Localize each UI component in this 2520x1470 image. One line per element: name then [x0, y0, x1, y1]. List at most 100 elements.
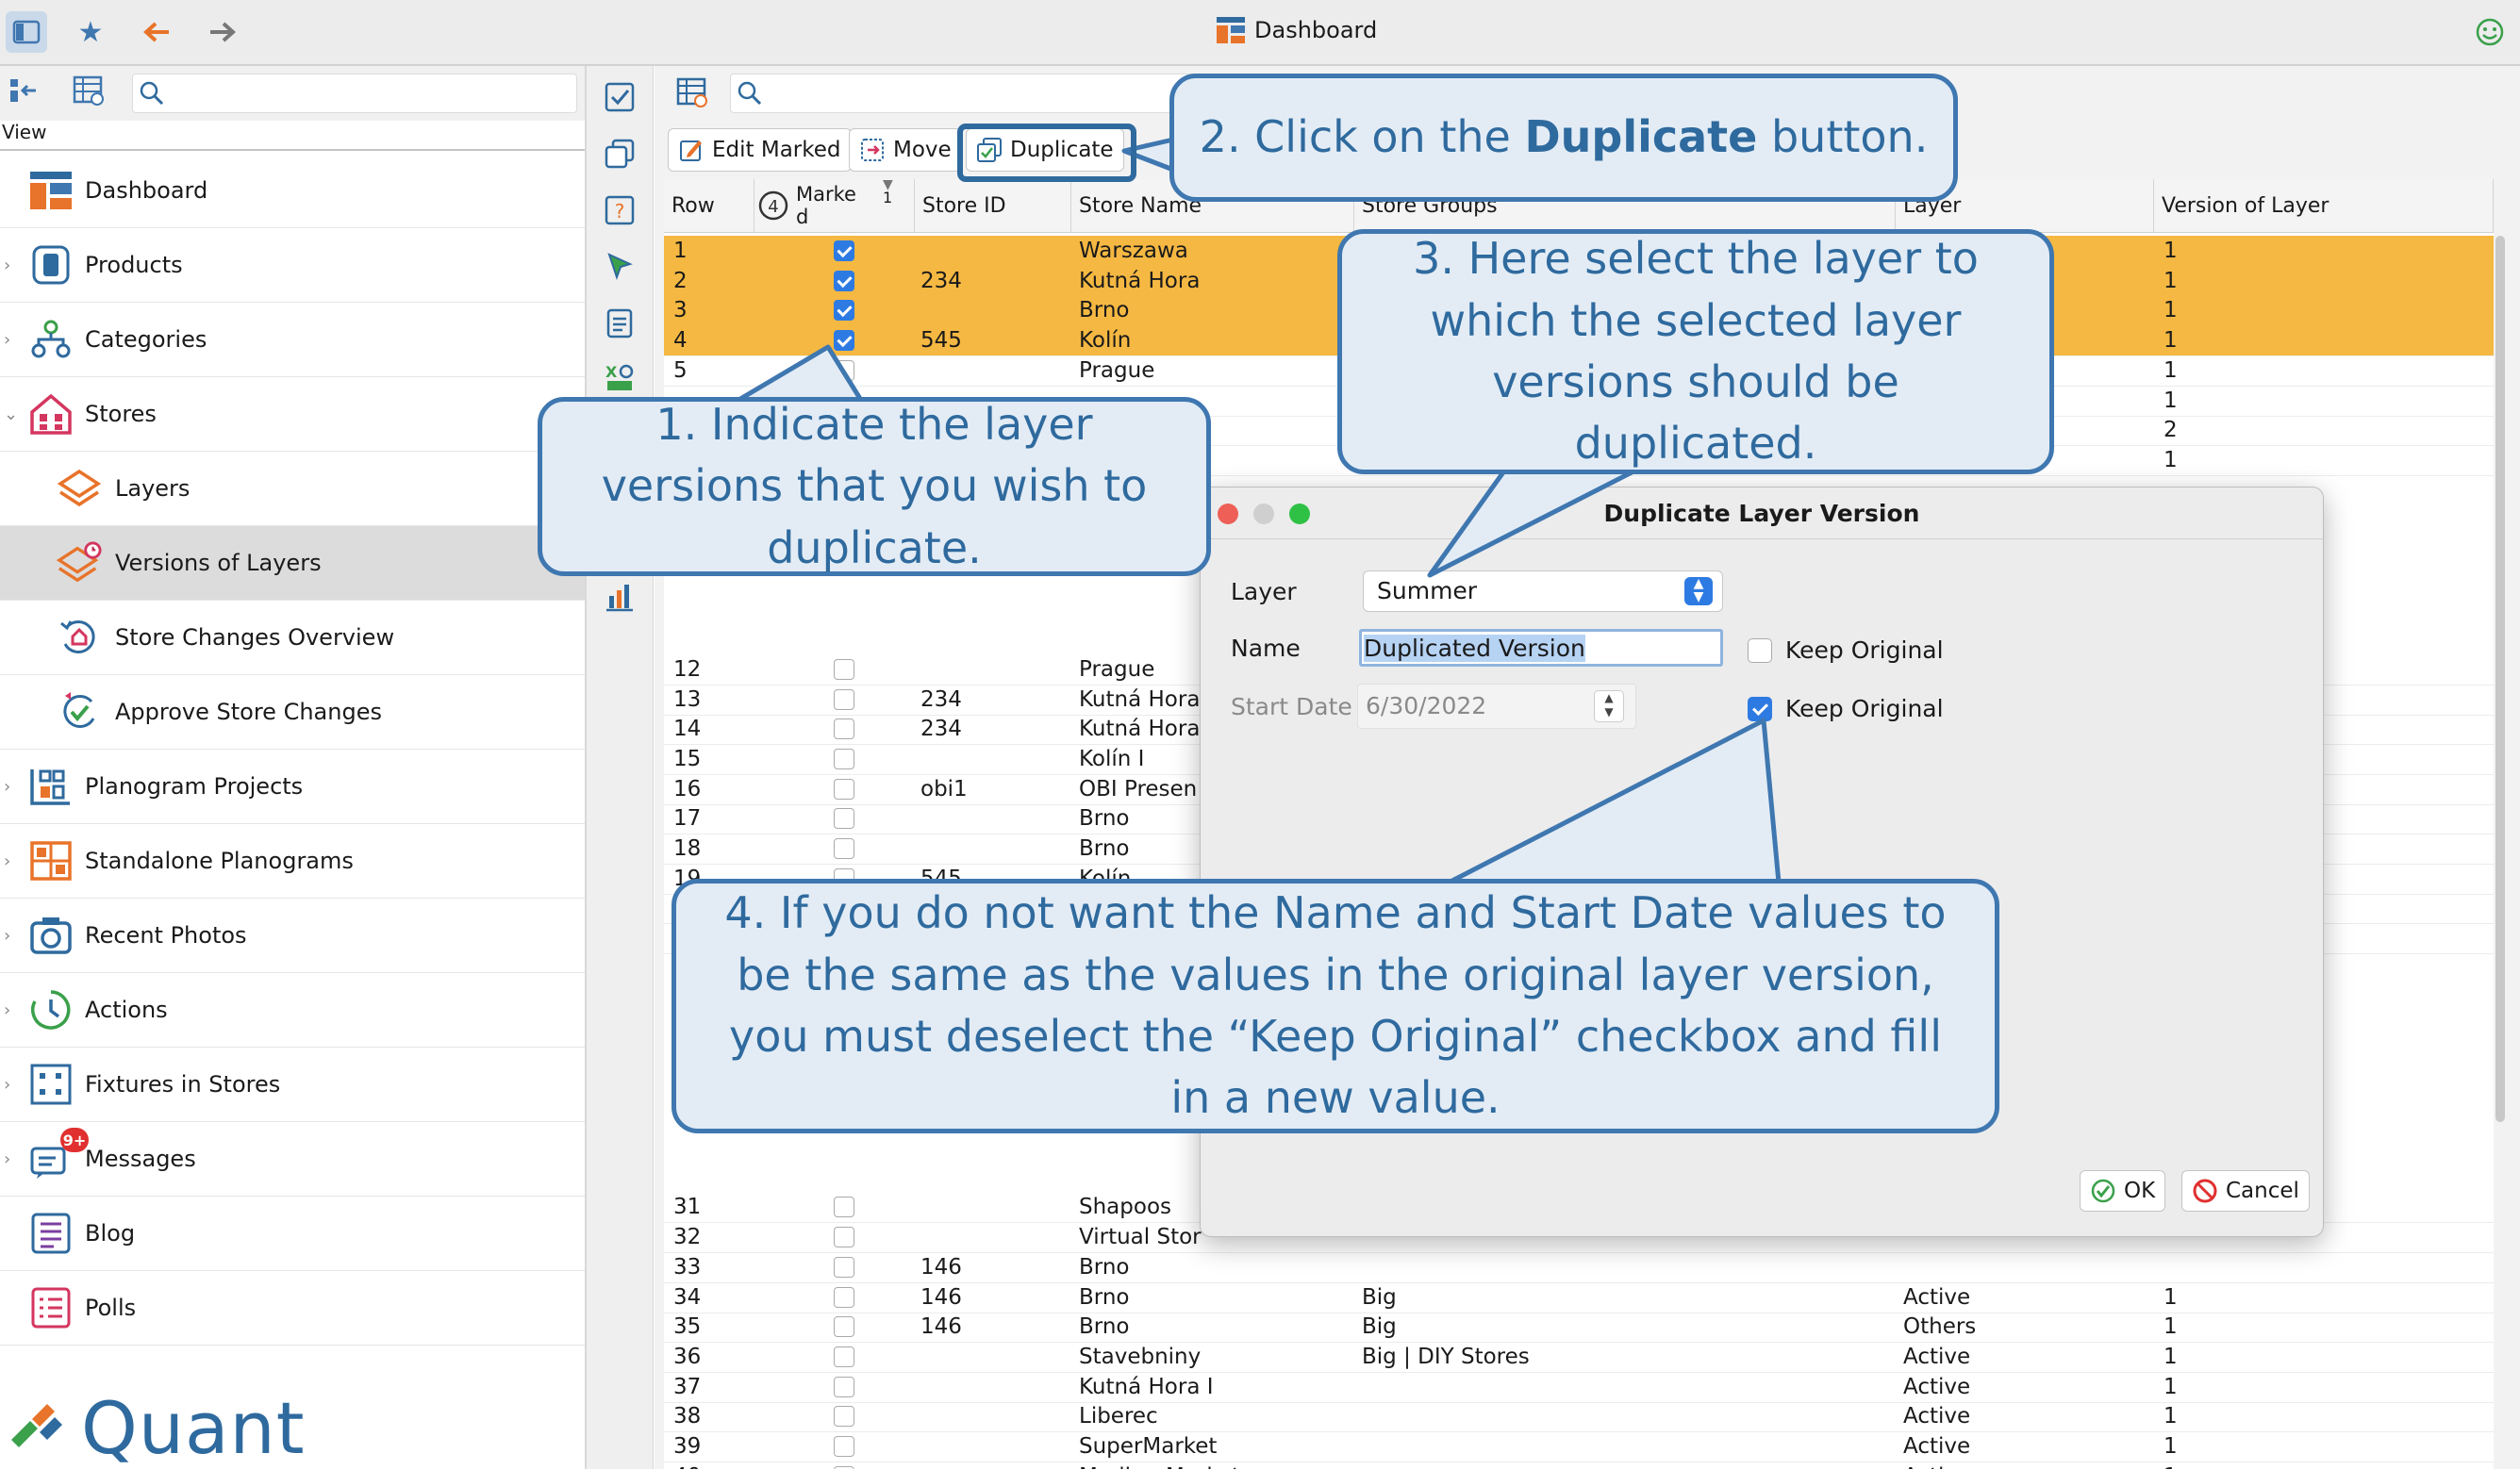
ok-button[interactable]: OK — [2080, 1170, 2166, 1212]
row-marked-checkbox[interactable] — [834, 718, 854, 740]
excel-export-icon[interactable]: X — [602, 360, 638, 396]
sidebar-item-recent-photos[interactable]: › Recent Photos — [0, 899, 585, 973]
name-input[interactable]: Duplicated Version — [1359, 629, 1723, 667]
sidebar-toggle-icon[interactable] — [6, 11, 47, 53]
sidebar-item-standalone-planograms[interactable]: › Standalone Planograms — [0, 824, 585, 899]
chart-icon[interactable] — [602, 579, 638, 615]
chevron-right-icon[interactable]: › — [4, 330, 10, 350]
row-marked-checkbox[interactable] — [834, 658, 854, 680]
chevron-down-icon[interactable]: ⌄ — [4, 405, 18, 424]
sidebar-item-actions[interactable]: › Actions — [0, 973, 585, 1048]
dropdown-arrows-icon[interactable]: ▲ ▼ — [1684, 577, 1713, 605]
cell-layer: Active — [1903, 1374, 1971, 1399]
chevron-right-icon[interactable]: › — [4, 777, 10, 797]
svg-text:4: 4 — [768, 197, 778, 217]
table-row[interactable]: 37 Kutná Hora I Active 1 — [664, 1372, 2494, 1403]
column-header-marked[interactable]: 4 Marke d 1 ▼ — [754, 179, 915, 232]
sidebar-item-planogram-projects[interactable]: › Planogram Projects — [0, 750, 585, 824]
sidebar-item-layers[interactable]: Layers — [0, 452, 585, 526]
keep-original-date-checkbox[interactable] — [1748, 697, 1772, 721]
back-arrow-icon[interactable] — [136, 11, 177, 53]
chevron-right-icon[interactable]: › — [4, 926, 10, 946]
row-marked-checkbox[interactable] — [834, 838, 854, 859]
row-marked-checkbox[interactable] — [834, 1286, 854, 1308]
table-settings-icon[interactable] — [72, 74, 106, 111]
favorites-star-icon[interactable]: ★ — [70, 11, 111, 53]
sidebar-item-blog[interactable]: Blog — [0, 1197, 585, 1271]
edit-marked-button[interactable]: Edit Marked — [668, 128, 852, 172]
start-date-input[interactable]: 6/30/2022 ▲ ▼ — [1357, 684, 1636, 729]
select-cursor-icon[interactable] — [602, 249, 638, 285]
sidebar-item-versions-of-layers[interactable]: Versions of Layers — [0, 526, 585, 601]
row-marked-checkbox[interactable] — [834, 1256, 854, 1278]
column-header-store-id[interactable]: Store ID — [915, 179, 1071, 232]
row-marked-checkbox[interactable] — [834, 240, 854, 261]
collapse-sidebar-icon[interactable] — [8, 74, 41, 111]
table-row[interactable]: 40 MediumMarket Active 1 — [664, 1462, 2494, 1469]
cell-row: 33 — [673, 1254, 702, 1280]
table-row[interactable]: 34 146 Brno Big Active 1 — [664, 1282, 2494, 1313]
chevron-right-icon[interactable]: › — [4, 1075, 10, 1095]
sidebar-item-categories[interactable]: › Categories — [0, 303, 585, 377]
row-marked-checkbox[interactable] — [834, 1316, 854, 1338]
chevron-right-icon[interactable]: › — [4, 256, 10, 275]
help-icon[interactable]: ? — [602, 192, 638, 228]
smiley-feedback-icon[interactable] — [2469, 11, 2511, 53]
grid-settings-icon[interactable] — [675, 75, 709, 113]
sidebar-item-dashboard[interactable]: Dashboard — [0, 154, 585, 228]
copy-icon[interactable] — [602, 136, 638, 172]
row-marked-checkbox[interactable] — [834, 748, 854, 769]
scrollbar-thumb[interactable] — [2495, 236, 2505, 1122]
move-button[interactable]: Move — [849, 128, 962, 172]
column-header-version-of-layer[interactable]: Version of Layer — [2154, 179, 2494, 232]
keep-original-date-label: Keep Original — [1785, 695, 1944, 722]
row-marked-checkbox[interactable] — [834, 330, 854, 352]
sidebar-item-messages[interactable]: › 9+ Messages — [0, 1122, 585, 1197]
sidebar-item-fixtures-in-stores[interactable]: › Fixtures in Stores — [0, 1048, 585, 1122]
row-marked-checkbox[interactable] — [834, 1197, 854, 1218]
table-row[interactable]: 36 Stavebniny Big | DIY Stores Active 1 — [664, 1342, 2494, 1373]
row-marked-checkbox[interactable] — [834, 270, 854, 291]
chevron-right-icon[interactable]: › — [4, 851, 10, 871]
table-row[interactable]: 35 146 Brno Big Others 1 — [664, 1312, 2494, 1344]
delete-icon[interactable]: ✕ — [1141, 136, 1163, 167]
row-marked-checkbox[interactable] — [834, 359, 854, 381]
vertical-scrollbar[interactable] — [2492, 236, 2509, 1216]
quant-logo: Quant — [8, 1386, 306, 1470]
date-stepper-icon[interactable]: ▲ ▼ — [1594, 690, 1624, 722]
row-marked-checkbox[interactable] — [834, 300, 854, 322]
row-marked-checkbox[interactable] — [834, 808, 854, 830]
row-marked-checkbox[interactable] — [834, 1346, 854, 1367]
cell-store-id: 146 — [920, 1254, 962, 1280]
sidebar-item-products[interactable]: › Products — [0, 228, 585, 303]
table-row[interactable]: 33 146 Brno — [664, 1252, 2494, 1283]
row-marked-checkbox[interactable] — [834, 1376, 854, 1397]
sidebar-item-store-changes-overview[interactable]: Store Changes Overview — [0, 601, 585, 675]
row-marked-checkbox[interactable] — [834, 1406, 854, 1428]
row-marked-checkbox[interactable] — [834, 1436, 854, 1457]
layer-select[interactable]: Summer ▲ ▼ — [1363, 570, 1723, 612]
check-list-icon[interactable] — [602, 79, 638, 115]
duplicate-button[interactable]: Duplicate — [966, 128, 1124, 172]
row-marked-checkbox[interactable] — [834, 1227, 854, 1248]
cancel-button[interactable]: Cancel — [2181, 1170, 2310, 1212]
chevron-right-icon[interactable]: › — [4, 1149, 10, 1169]
sidebar-search-input[interactable] — [132, 74, 577, 113]
sidebar-item-label: Blog — [85, 1220, 136, 1247]
cell-store-name: Prague — [1079, 357, 1155, 383]
forward-arrow-icon[interactable] — [202, 11, 243, 53]
sidebar-item-stores[interactable]: ⌄ Stores — [0, 377, 585, 452]
chevron-right-icon[interactable]: › — [4, 1000, 10, 1020]
row-marked-checkbox[interactable] — [834, 778, 854, 800]
sidebar-item-approve-store-changes[interactable]: Approve Store Changes — [0, 675, 585, 750]
cell-store-id — [920, 1192, 1071, 1222]
document-list-icon[interactable] — [602, 306, 638, 341]
fixtures-icon — [28, 1062, 74, 1107]
categories-icon — [28, 317, 74, 362]
row-marked-checkbox[interactable] — [834, 688, 854, 710]
table-row[interactable]: 39 SuperMarket Active 1 — [664, 1431, 2494, 1462]
sidebar-item-polls[interactable]: Polls — [0, 1271, 585, 1346]
column-header-row[interactable]: Row — [664, 179, 754, 232]
table-row[interactable]: 38 Liberec Active 1 — [664, 1401, 2494, 1433]
keep-original-name-checkbox[interactable] — [1748, 638, 1772, 663]
